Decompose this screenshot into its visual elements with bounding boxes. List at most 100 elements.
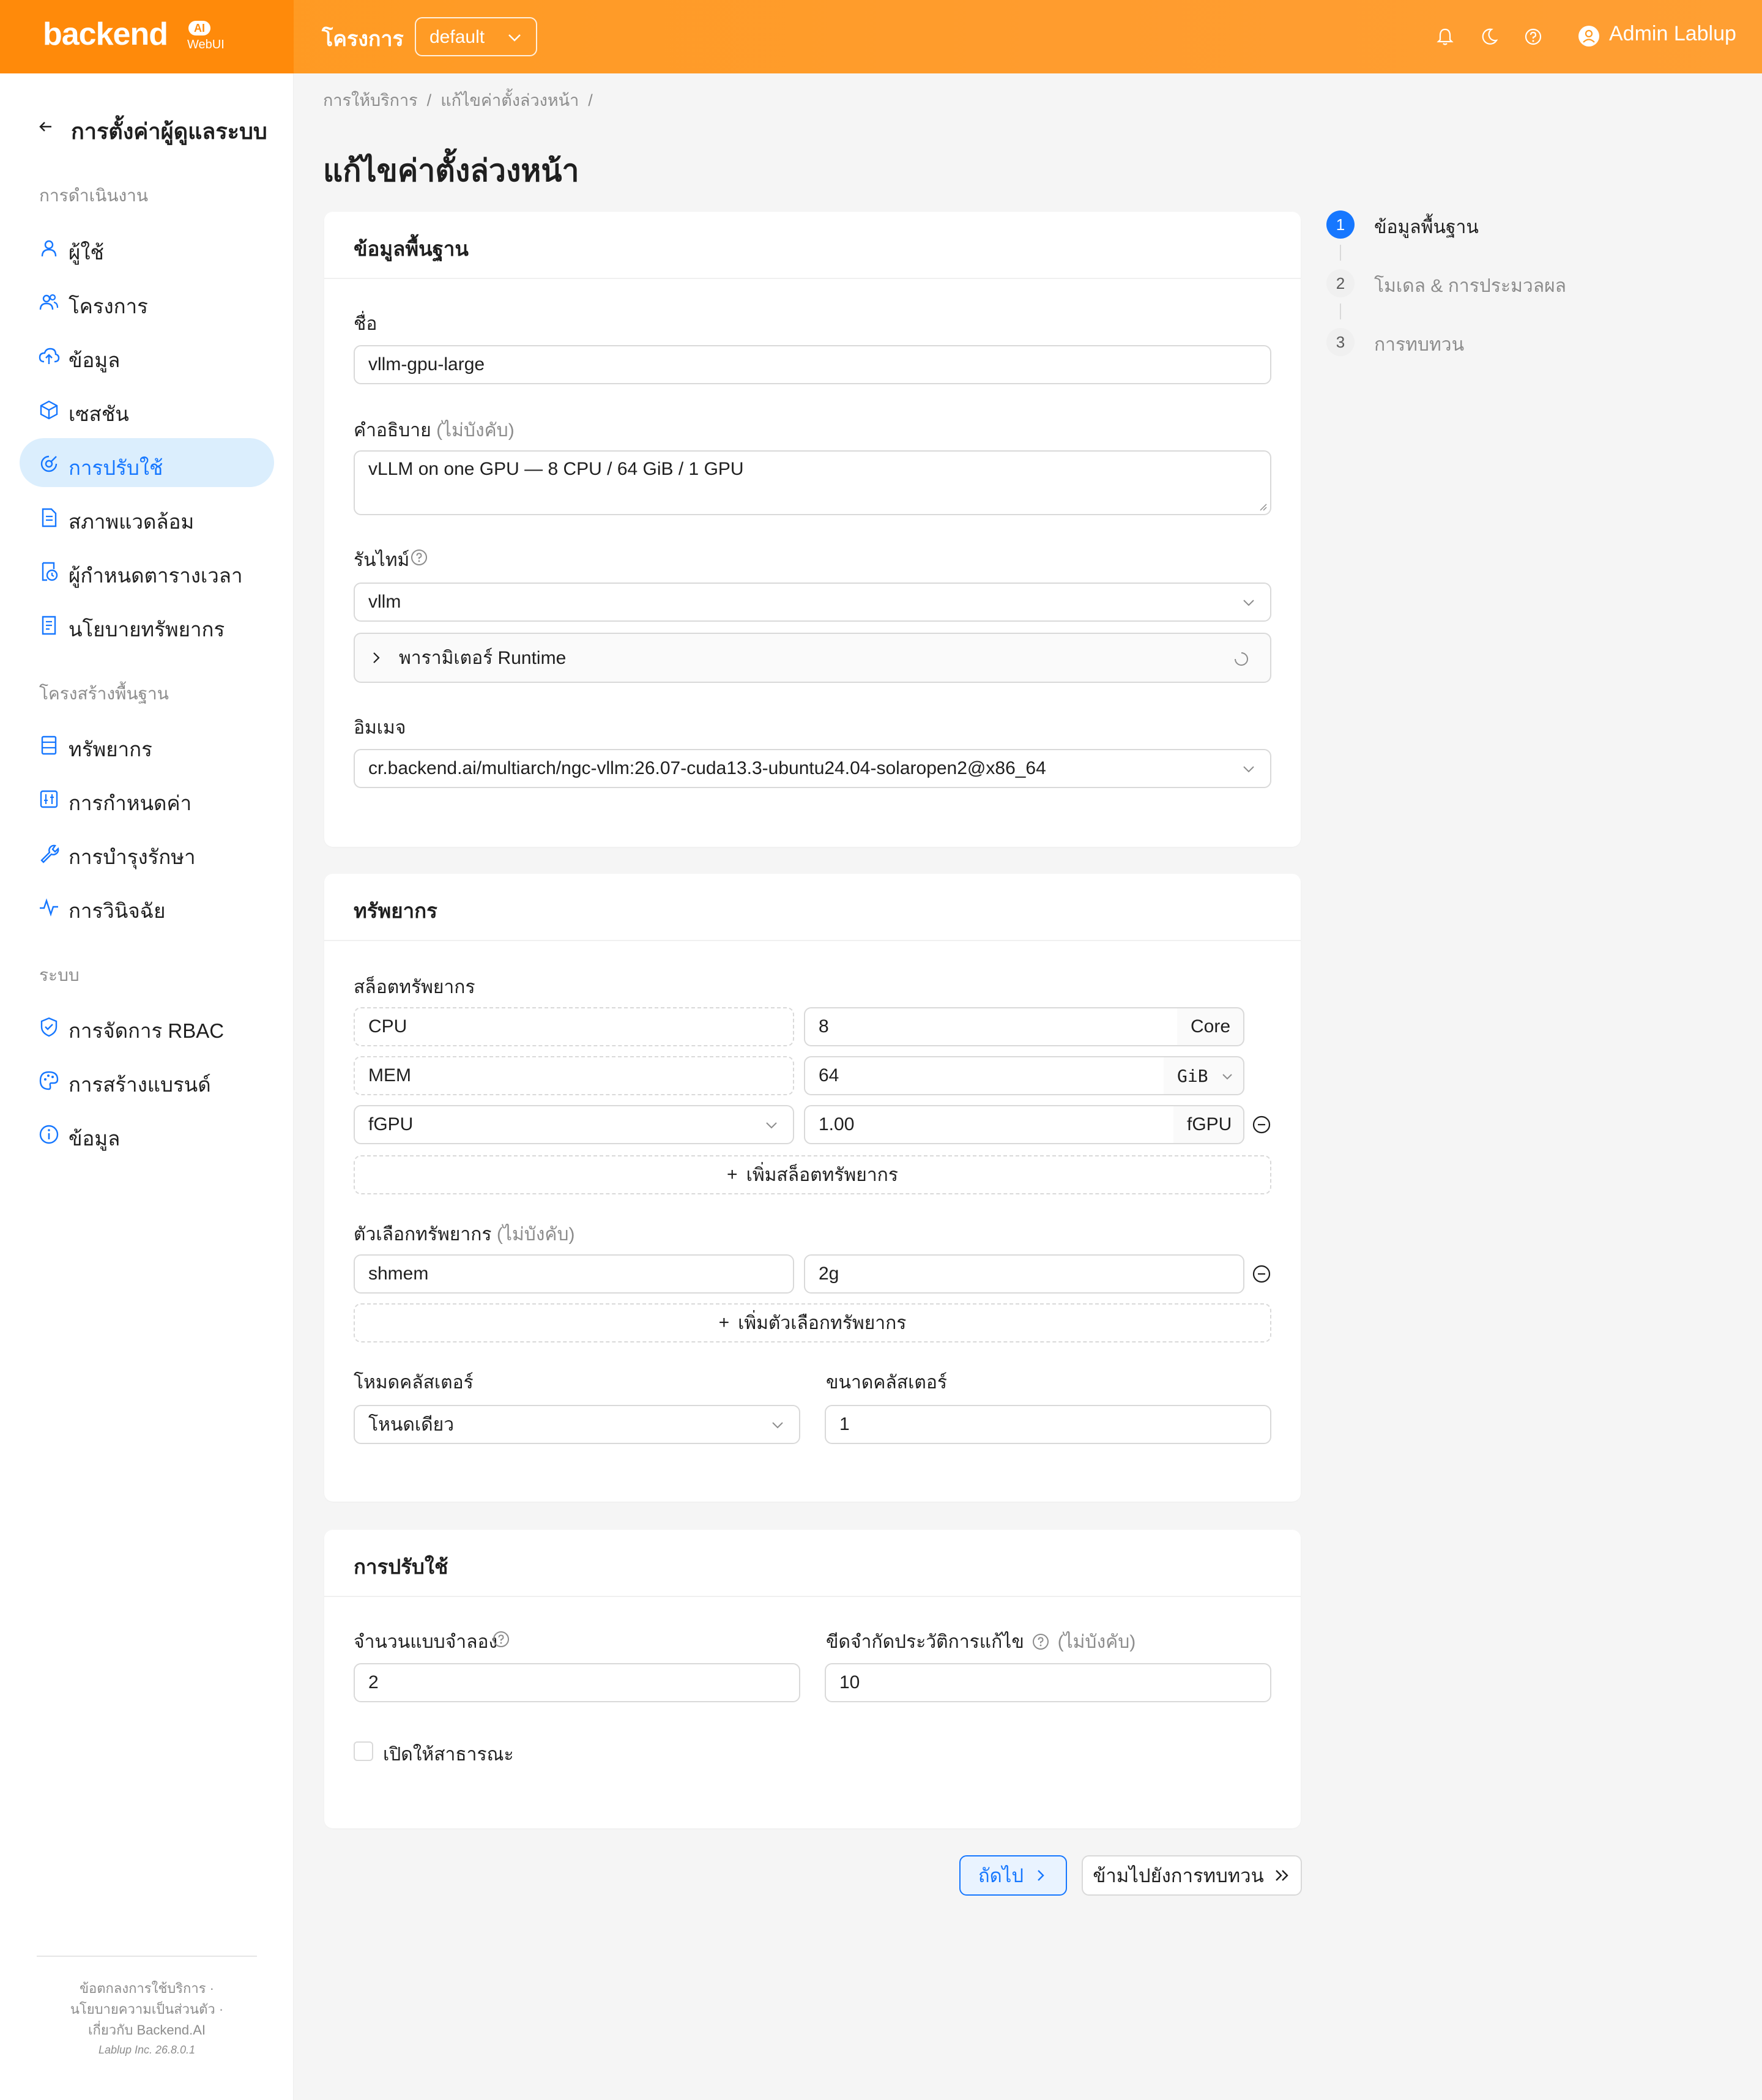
- project-select-value: default: [429, 27, 485, 47]
- plus-icon: +: [718, 1312, 730, 1333]
- question-circle-icon[interactable]: [492, 1630, 510, 1648]
- breadcrumb-item[interactable]: แก้ไขค่าตั้งล่วงหน้า: [441, 91, 579, 110]
- step-1-label[interactable]: ข้อมูลพื้นฐาน: [1374, 213, 1479, 242]
- cloud-upload-icon: [39, 348, 60, 364]
- moon-icon[interactable]: [1477, 24, 1501, 49]
- option-value-input[interactable]: 2g: [804, 1254, 1244, 1294]
- deploy-icon: [40, 455, 58, 472]
- slot-unit: fGPU: [1187, 1114, 1232, 1134]
- resource-slots-label: สล็อตทรัพยากร: [354, 977, 475, 997]
- user-icon: [41, 240, 57, 257]
- nav-section-operations: การดำเนินงาน: [39, 186, 149, 205]
- resize-handle-icon[interactable]: [1258, 502, 1268, 512]
- breadcrumb-item[interactable]: การให้บริการ: [323, 91, 418, 110]
- question-circle-icon[interactable]: [410, 548, 428, 567]
- sidebar-item-rbac[interactable]: การจัดการ RBAC: [20, 1001, 274, 1050]
- description-value: vLLM on one GPU — 8 CPU / 64 GiB / 1 GPU: [368, 459, 744, 479]
- user-name[interactable]: Admin Lablup: [1609, 22, 1736, 46]
- runtime-select[interactable]: vllm: [354, 583, 1271, 622]
- sidebar-item-scheduler[interactable]: ผู้กำหนดตารางเวลา: [20, 546, 274, 595]
- add-resource-slot-button[interactable]: + เพิ่มสล็อตทรัพยากร: [354, 1155, 1271, 1194]
- image-value: cr.backend.ai/multiarch/ngc-vllm:26.07-c…: [368, 758, 1046, 778]
- project-label: โครงการ: [322, 28, 404, 51]
- sidebar-item-sessions[interactable]: เซสชัน: [20, 384, 274, 433]
- add-resource-option-button[interactable]: + เพิ่มตัวเลือกทรัพยากร: [354, 1303, 1271, 1342]
- minus-circle-icon[interactable]: [1252, 1115, 1271, 1134]
- optional-tag: (ไม่บังคับ): [496, 1224, 575, 1245]
- sidebar-item-label: การสร้างแบรนด์: [69, 1073, 211, 1096]
- optional-tag: (ไม่บังคับ): [436, 420, 515, 441]
- sidebar-item-information[interactable]: ข้อมูล: [20, 1109, 274, 1158]
- description-textarea[interactable]: vLLM on one GPU — 8 CPU / 64 GiB / 1 GPU: [354, 450, 1271, 515]
- page-title: แก้ไขค่าตั้งล่วงหน้า: [323, 154, 579, 188]
- slot-value: 8: [819, 1016, 829, 1037]
- name-input[interactable]: vllm-gpu-large: [354, 345, 1271, 384]
- sidebar-item-configurations[interactable]: การกำหนดค่า: [20, 773, 274, 822]
- breadcrumb: การให้บริการ / แก้ไขค่าตั้งล่วงหน้า /: [323, 87, 593, 113]
- footer-terms-link[interactable]: ข้อตกลงการใช้บริการ ·: [0, 1978, 294, 1999]
- slot-value-input[interactable]: 64: [804, 1056, 1165, 1095]
- team-icon: [39, 294, 59, 310]
- step-3-label[interactable]: การทบทวน: [1374, 330, 1464, 359]
- slot-unit-select[interactable]: GiB: [1164, 1056, 1244, 1095]
- slot-name-field[interactable]: MEM: [354, 1056, 794, 1095]
- minus-circle-icon[interactable]: [1252, 1264, 1271, 1284]
- public-label: เปิดให้สาธารณะ: [383, 1744, 514, 1765]
- slot-unit-addon: fGPU: [1173, 1105, 1244, 1144]
- question-circle-icon[interactable]: [1032, 1633, 1050, 1651]
- sidebar-item-environments[interactable]: สภาพแวดล้อม: [20, 492, 274, 541]
- slot-name-field[interactable]: CPU: [354, 1007, 794, 1046]
- footer-version: Lablup Inc. 26.8.0.1: [98, 2044, 196, 2056]
- logo[interactable]: backend: [43, 16, 168, 53]
- sidebar-item-projects[interactable]: โครงการ: [20, 277, 274, 326]
- logo-webui-text: WebUI: [187, 38, 225, 51]
- skip-to-review-button[interactable]: ข้ามไปยังการทบทวน: [1082, 1855, 1302, 1896]
- arrow-left-icon[interactable]: [37, 117, 55, 136]
- chevron-right-icon: [373, 652, 380, 663]
- next-button[interactable]: ถัดไป: [959, 1855, 1067, 1896]
- card-title: ทรัพยากร: [354, 899, 437, 922]
- bell-icon[interactable]: [1433, 24, 1457, 49]
- sidebar-item-users[interactable]: ผู้ใช้: [20, 223, 274, 272]
- sidebar-item-deployment[interactable]: การปรับใช้: [20, 438, 274, 487]
- slot-value-input[interactable]: 1.00: [804, 1105, 1175, 1144]
- image-label: อิมเมจ: [354, 718, 406, 738]
- sidebar-item-resource-policy[interactable]: นโยบายทรัพยากร: [20, 600, 274, 649]
- slot-unit-addon: Core: [1177, 1007, 1244, 1046]
- step-2-label[interactable]: โมเดล & การประมวลผล: [1374, 272, 1566, 300]
- sidebar-item-label: นโยบายทรัพยากร: [69, 618, 225, 641]
- divider: [324, 278, 1301, 279]
- footer-about-link[interactable]: เกี่ยวกับ Backend.AI: [0, 2019, 294, 2041]
- runtime-params-collapse[interactable]: พารามิเตอร์ Runtime: [354, 633, 1271, 683]
- option-key-input[interactable]: shmem: [354, 1254, 794, 1294]
- image-select[interactable]: cr.backend.ai/multiarch/ngc-vllm:26.07-c…: [354, 749, 1271, 788]
- resource-options-label-text: ตัวเลือกทรัพยากร: [354, 1224, 492, 1245]
- info-icon: [39, 1125, 59, 1144]
- description-label: คำอธิบาย (ไม่บังคับ): [354, 416, 515, 445]
- name-label: ชื่อ: [354, 314, 377, 334]
- revision-history-input[interactable]: 10: [825, 1663, 1271, 1702]
- user-avatar-icon[interactable]: [1577, 24, 1600, 48]
- help-icon[interactable]: [1521, 24, 1545, 49]
- slot-value-input[interactable]: 8: [804, 1007, 1178, 1046]
- replicas-input[interactable]: 2: [354, 1663, 800, 1702]
- sidebar-item-data[interactable]: ข้อมูล: [20, 330, 274, 379]
- breadcrumb-separator: /: [588, 91, 593, 110]
- sidebar-item-branding[interactable]: การสร้างแบรนด์: [20, 1055, 274, 1104]
- cluster-mode-select[interactable]: โหนดเดียว: [354, 1405, 800, 1444]
- sidebar-item-resources[interactable]: ทรัพยากร: [20, 720, 274, 769]
- project-select[interactable]: default: [415, 17, 537, 56]
- sidebar-item-maintenance[interactable]: การบำรุงรักษา: [20, 827, 274, 876]
- sidebar-item-diagnostics[interactable]: การวินิจฉัย: [20, 881, 274, 930]
- pulse-icon: [40, 898, 58, 917]
- name-value: vllm-gpu-large: [368, 354, 485, 374]
- cluster-size-input[interactable]: 1: [825, 1405, 1271, 1444]
- slot-name-value: CPU: [368, 1016, 407, 1037]
- sidebar-item-label: โครงการ: [69, 295, 148, 318]
- logo-ai-badge: AI: [188, 21, 210, 35]
- footer-privacy-link[interactable]: นโยบายความเป็นส่วนตัว ·: [0, 1998, 294, 2020]
- sidebar-item-label: การจัดการ RBAC: [69, 1019, 225, 1042]
- sidebar-item-label: การบำรุงรักษา: [69, 846, 196, 868]
- slot-name-select[interactable]: fGPU: [354, 1105, 794, 1144]
- public-checkbox[interactable]: [354, 1741, 373, 1761]
